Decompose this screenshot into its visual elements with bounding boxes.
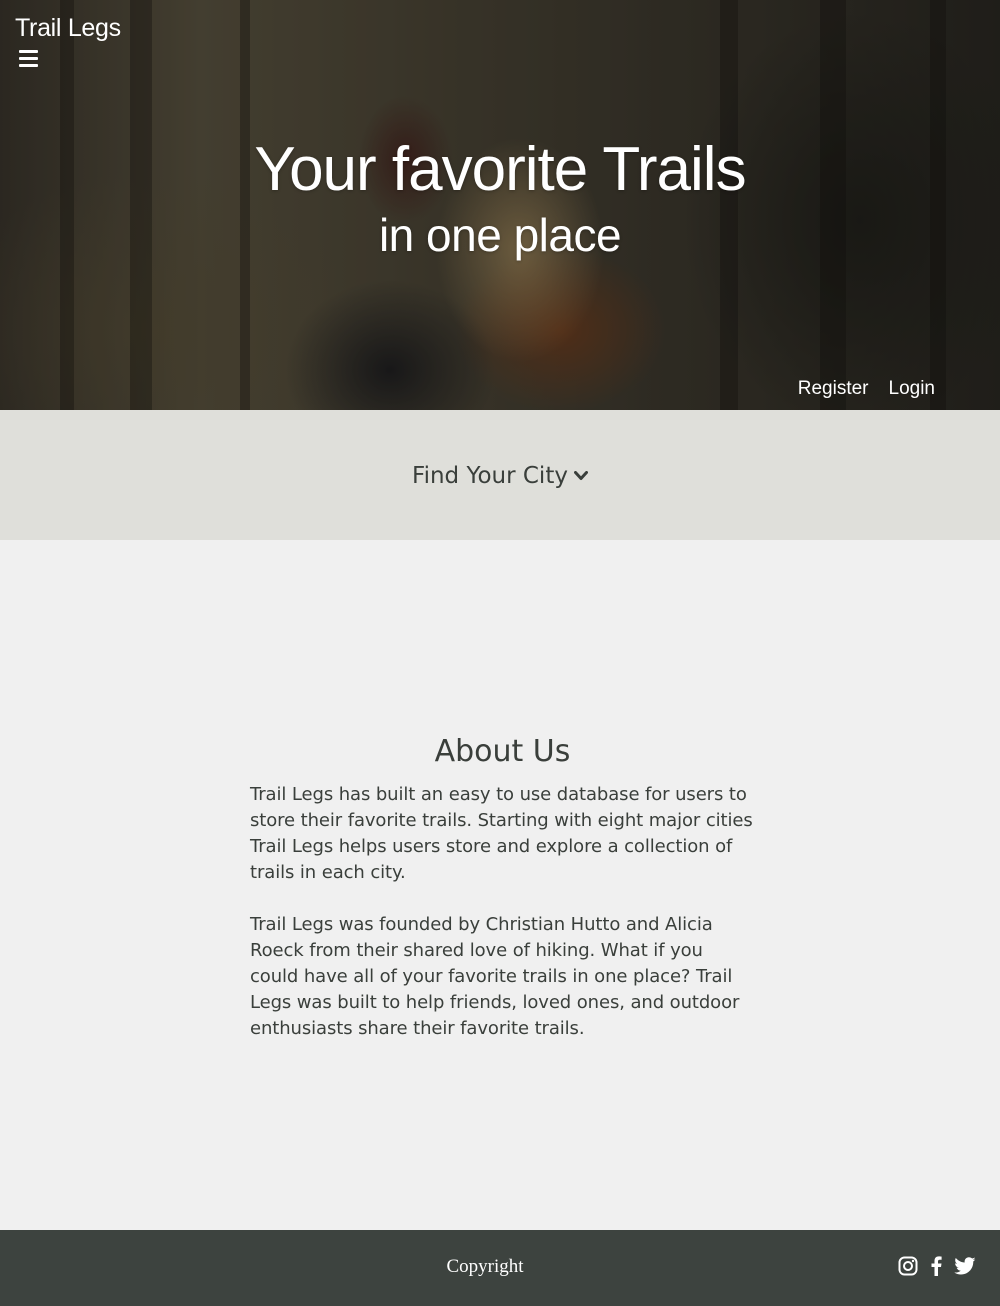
social-links — [898, 1256, 976, 1280]
auth-nav: Register Login — [798, 378, 935, 400]
city-selector-band: Find Your City — [0, 410, 1000, 540]
about-content: About Us Trail Legs has built an easy to… — [250, 732, 755, 1068]
about-section: About Us Trail Legs has built an easy to… — [0, 540, 1000, 1230]
hero-title: Your favorite Trails — [254, 135, 746, 204]
hero-subtitle: in one place — [378, 209, 622, 261]
hamburger-menu-icon[interactable] — [19, 50, 38, 67]
about-paragraph: Trail Legs was founded by Christian Hutt… — [250, 914, 740, 1039]
footer: Copyright — [0, 1230, 1000, 1306]
about-title: About Us — [434, 734, 571, 769]
twitter-icon[interactable] — [954, 1257, 976, 1279]
register-link[interactable]: Register — [798, 378, 869, 400]
chevron-down-icon — [573, 471, 588, 481]
about-paragraph: Trail Legs has built an easy to use data… — [250, 784, 753, 883]
hero-banner: Trail Legs Your favorite Trails in one p… — [0, 0, 1000, 410]
brand-logo[interactable]: Trail Legs — [15, 14, 121, 43]
instagram-icon[interactable] — [898, 1256, 918, 1280]
login-link[interactable]: Login — [889, 378, 936, 400]
find-city-label: Find Your City — [412, 463, 568, 489]
find-city-dropdown[interactable]: Find Your City — [412, 463, 588, 489]
copyright-text: Copyright — [446, 1256, 524, 1277]
facebook-icon[interactable] — [930, 1256, 942, 1280]
